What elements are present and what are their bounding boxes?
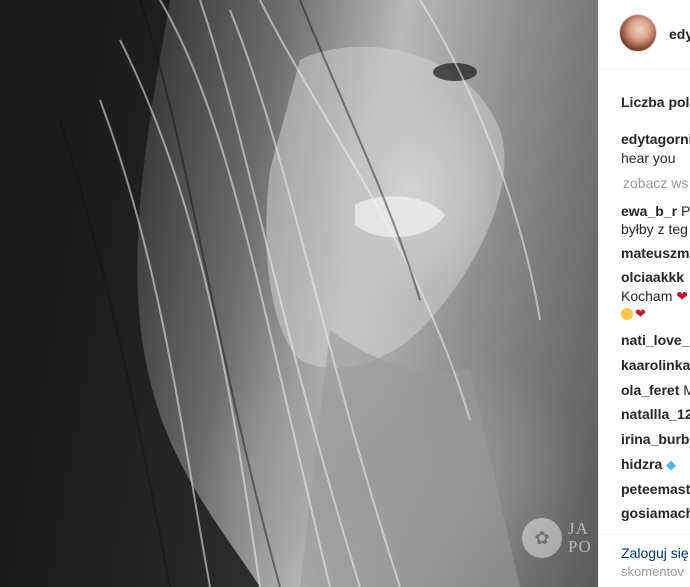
photo-artwork xyxy=(0,0,541,587)
comment-user[interactable]: olciaakkk xyxy=(621,269,684,285)
comment-text: Kocham xyxy=(621,288,673,304)
comment-user[interactable]: gosiamach xyxy=(621,505,690,521)
likes-count[interactable]: Liczba polu xyxy=(621,94,690,110)
comment-user[interactable]: ola_feret xyxy=(621,382,679,398)
post-photo[interactable]: ✿ JA PO xyxy=(0,0,598,587)
comment-user[interactable]: edytagorni xyxy=(621,131,690,147)
comment: hidzra ◆ xyxy=(621,454,676,475)
login-link[interactable]: Zaloguj się xyxy=(621,545,689,561)
comment-user[interactable]: nati_love_ xyxy=(621,332,689,348)
author-username[interactable]: edy xyxy=(669,26,690,42)
watermark-logo-icon: ✿ xyxy=(522,518,562,558)
comment: gosiamach xyxy=(621,503,690,523)
face-emoji-icon xyxy=(621,308,633,321)
comment-user[interactable]: ewa_b_r xyxy=(621,203,677,219)
heart-icon: ❤ xyxy=(635,306,646,322)
comment-text: M xyxy=(683,382,690,398)
gem-icon: ◆ xyxy=(666,457,677,472)
login-subtext: skomentov xyxy=(621,564,684,579)
comment-user[interactable]: mateuszma xyxy=(621,245,690,261)
comment: ola_feret M xyxy=(621,380,690,400)
comment-user[interactable]: natallla_12 xyxy=(621,406,690,422)
comment-user[interactable]: peteemast xyxy=(621,481,690,497)
heart-icon: ❤ xyxy=(676,288,688,304)
comment: ewa_b_r P xyxy=(621,201,690,221)
watermark-line-1: JA xyxy=(568,519,589,538)
post-header: edy xyxy=(599,0,690,69)
comment: irina_burbo xyxy=(621,429,690,449)
post-sidebar: edy Liczba polu edytagorni hear you zoba… xyxy=(598,0,690,587)
comment-text: byłby z teg xyxy=(621,221,688,237)
avatar[interactable] xyxy=(619,14,657,52)
comment: nati_love_ xyxy=(621,330,689,350)
instagram-post-page: ✿ JA PO edy Liczba polu edytagorni hear … xyxy=(0,0,690,587)
comment: edytagorni xyxy=(621,129,690,149)
comment-text: hear you xyxy=(621,150,676,166)
comment: olciaakkk xyxy=(621,267,684,287)
watermark-text: JA PO xyxy=(568,520,592,556)
comment: kaarolinka xyxy=(621,355,690,375)
comment-emoji-line: ❤ xyxy=(621,303,646,324)
watermark: ✿ JA PO xyxy=(522,518,592,558)
comment: peteemast xyxy=(621,479,690,499)
comment-user[interactable]: hidzra xyxy=(621,456,662,472)
comment: mateuszma xyxy=(621,243,690,263)
comment-text: P xyxy=(680,203,690,219)
comment: natallla_12 xyxy=(621,404,690,424)
comment-user[interactable]: irina_burbo xyxy=(621,431,690,447)
post-footer: Zaloguj się skomentov xyxy=(599,534,690,587)
watermark-line-2: PO xyxy=(568,537,592,556)
view-all-comments-link[interactable]: zobacz ws xyxy=(623,175,688,191)
comment-user[interactable]: kaarolinka xyxy=(621,357,690,373)
